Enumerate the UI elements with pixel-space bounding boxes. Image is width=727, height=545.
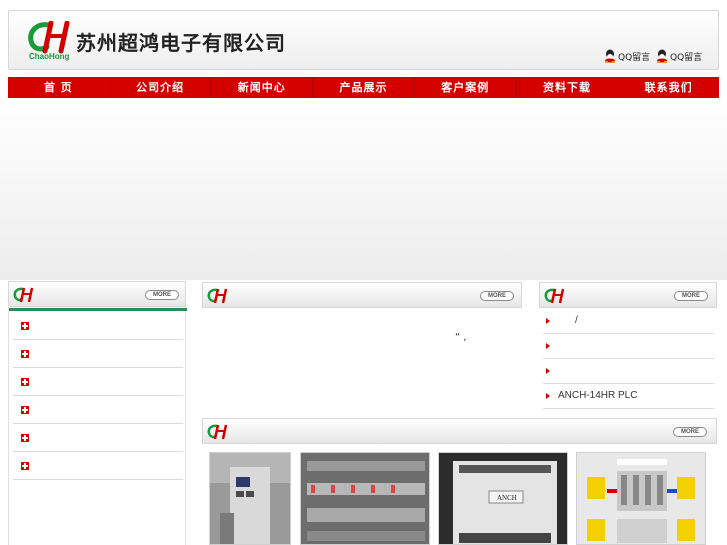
nav-downloads[interactable]: 资料下载 <box>515 77 618 98</box>
nav-news[interactable]: 新闻中心 <box>210 77 312 98</box>
news-item[interactable]: ANCH-14HR PLC <box>543 384 714 409</box>
news-header: MORE <box>539 282 717 308</box>
company-intro-header: MORE <box>202 282 522 308</box>
svg-text:ANCH: ANCH <box>497 494 517 502</box>
list-item[interactable] <box>13 368 183 396</box>
mini-logo-icon <box>207 424 229 440</box>
company-name: 苏州超鸿电子有限公司 <box>76 31 286 55</box>
plus-icon <box>21 350 29 358</box>
plus-icon <box>21 378 29 386</box>
qq-penguin-icon <box>604 49 616 63</box>
more-button[interactable]: MORE <box>480 291 514 301</box>
panel-header: MORE <box>8 281 186 307</box>
arrow-icon <box>546 393 550 399</box>
arrow-icon <box>546 318 550 324</box>
news-title[interactable]: / <box>575 315 578 326</box>
company-intro-text: “ , <box>205 312 520 402</box>
list-item[interactable] <box>13 452 183 480</box>
divider <box>9 308 187 311</box>
more-button[interactable]: MORE <box>674 291 708 301</box>
logo-text: ChaoHong <box>29 52 70 61</box>
banner-area <box>0 98 727 280</box>
arrow-icon <box>546 368 550 374</box>
news-item[interactable] <box>543 334 714 359</box>
mini-logo-icon <box>544 288 566 304</box>
product-category-panel: MORE <box>8 281 187 545</box>
product-thumbnail[interactable] <box>209 452 291 545</box>
more-button[interactable]: MORE <box>673 427 707 437</box>
news-title[interactable]: ANCH-14HR PLC <box>558 390 637 401</box>
qq-message-link-2[interactable]: QQ留言 <box>656 49 702 63</box>
list-item[interactable] <box>13 424 183 452</box>
qq-message-link-1[interactable]: QQ留言 <box>604 49 650 63</box>
nav-contact[interactable]: 联系我们 <box>617 77 719 98</box>
plus-icon <box>21 462 29 470</box>
more-button[interactable]: MORE <box>145 290 179 300</box>
news-item[interactable] <box>543 359 714 384</box>
list-item[interactable] <box>13 312 183 340</box>
news-item[interactable]: / <box>543 309 714 334</box>
qq-message-label: QQ留言 <box>618 52 651 63</box>
plus-icon <box>21 406 29 414</box>
qq-penguin-icon <box>656 49 668 63</box>
nav-about[interactable]: 公司介绍 <box>108 77 211 98</box>
product-thumbnail[interactable]: ANCH <box>438 452 568 545</box>
list-item[interactable] <box>13 396 183 424</box>
site-header: ChaoHong 苏州超鸿电子有限公司 QQ留言 QQ留言 <box>8 10 719 70</box>
mini-logo-icon <box>13 287 35 303</box>
main-nav: 首 页 公司介绍 新闻中心 产品展示 客户案例 资料下载 联系我们 <box>8 77 719 98</box>
mini-logo-icon <box>207 288 229 304</box>
nav-products[interactable]: 产品展示 <box>312 77 414 98</box>
list-item[interactable] <box>13 340 183 368</box>
intro-text: “ , <box>455 332 467 343</box>
qq-message-label: QQ留言 <box>670 52 703 63</box>
nav-cases[interactable]: 客户案例 <box>413 77 516 98</box>
arrow-icon <box>546 343 550 349</box>
nav-home[interactable]: 首 页 <box>8 77 109 98</box>
plus-icon <box>21 434 29 442</box>
product-thumbnail[interactable] <box>300 452 430 545</box>
product-thumbnail[interactable] <box>576 452 706 545</box>
products-header: MORE <box>202 418 717 444</box>
plus-icon <box>21 322 29 330</box>
